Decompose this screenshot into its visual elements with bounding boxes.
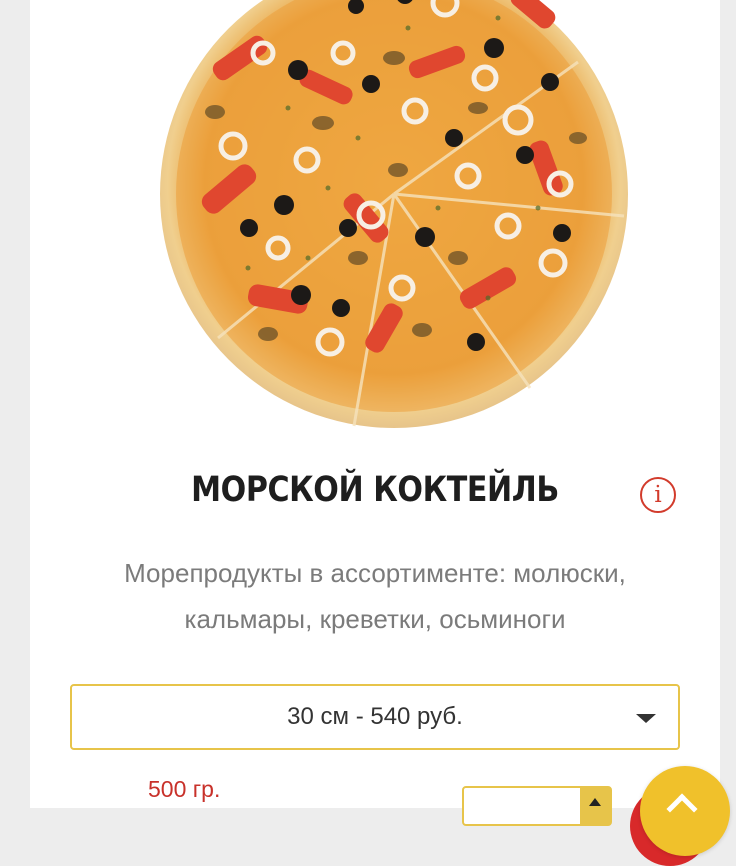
product-card: МОРСКОЙ КОКТЕЙЛЬ i Морепродукты в ассорт… [30,0,720,866]
quantity-stepper[interactable] [462,786,612,826]
chevron-up-icon [666,793,698,825]
product-weight: 500 гр. [148,776,221,802]
info-icon: i [654,481,662,508]
quantity-increase-button[interactable] [580,788,610,824]
size-select-value: 30 см - 540 руб. [287,703,463,730]
scroll-to-top-button[interactable] [640,766,730,856]
chevron-up-icon [589,798,601,806]
product-title: МОРСКОЙ КОКТЕЙЛЬ [191,470,559,510]
chevron-down-icon [636,714,656,723]
product-description: Морепродукты в ассортименте: молюски, ка… [124,558,626,634]
pizza-image[interactable] [158,0,630,430]
size-select[interactable]: 30 см - 540 руб. [70,684,680,750]
info-button[interactable]: i [640,477,676,513]
pizza-illustration [160,0,628,428]
